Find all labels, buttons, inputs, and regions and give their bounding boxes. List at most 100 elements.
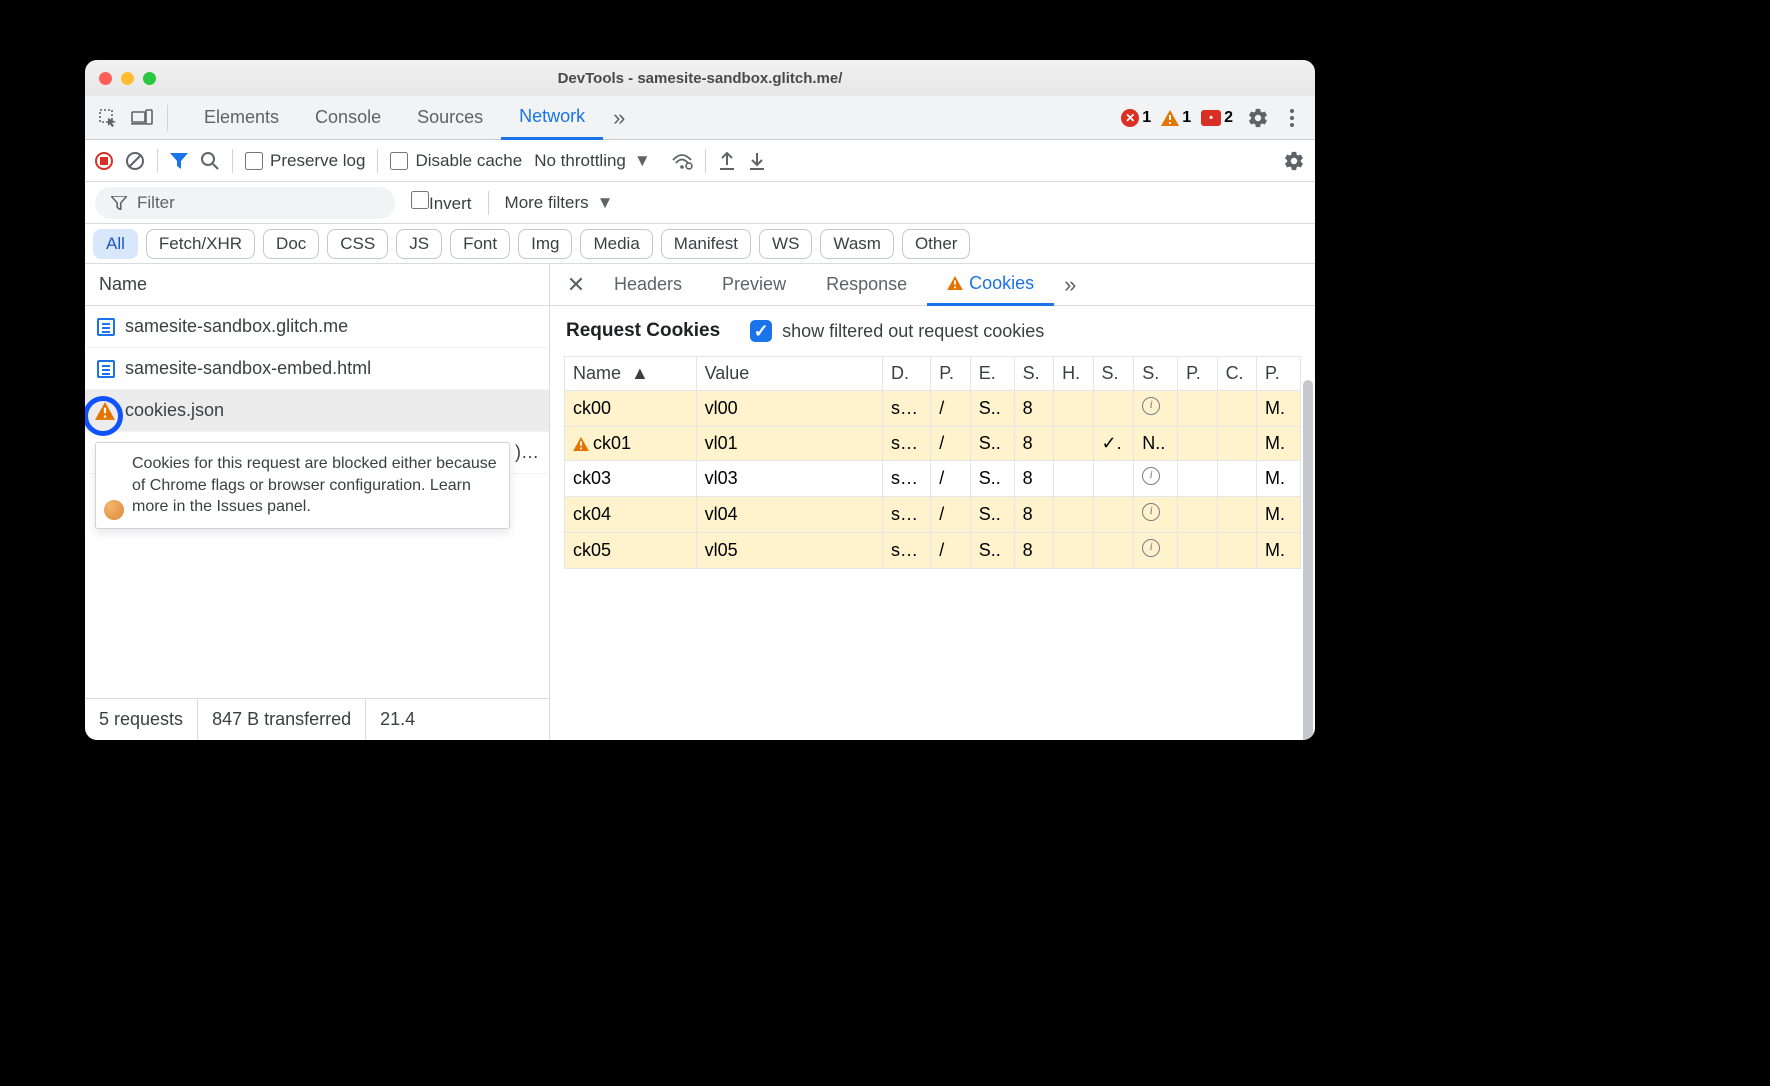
detail-tab-cookies[interactable]: Cookies [927,264,1054,306]
cookie-cell [1134,391,1178,427]
chip-other[interactable]: Other [902,229,971,259]
cookie-row[interactable]: ck05vl05s…/S..8M. [565,533,1301,569]
cookie-row[interactable]: ck04vl04s…/S..8M. [565,497,1301,533]
request-row[interactable]: samesite-sandbox.glitch.me [85,306,549,348]
cookie-value-cell: vl03 [696,461,882,497]
tab-elements[interactable]: Elements [186,96,297,140]
col-p3[interactable]: P. [1257,357,1301,391]
cookie-cell: / [931,391,970,427]
window-controls [99,72,156,85]
device-toolbar-icon[interactable] [127,103,157,133]
more-detail-tabs-button[interactable]: » [1054,264,1086,306]
cookie-cell [1178,533,1217,569]
blocked-cookies-tooltip: Cookies for this request are blocked eit… [95,442,510,529]
chip-font[interactable]: Font [450,229,510,259]
clear-button[interactable] [125,151,145,171]
col-s[interactable]: S. [1014,357,1053,391]
record-button[interactable] [95,152,113,170]
chip-js[interactable]: JS [396,229,442,259]
col-c[interactable]: C. [1217,357,1256,391]
detail-tab-headers[interactable]: Headers [594,264,702,306]
zoom-window-button[interactable] [143,72,156,85]
search-icon[interactable] [200,151,220,171]
kebab-menu-icon[interactable] [1277,103,1307,133]
cookie-cell: 8 [1014,461,1053,497]
cookie-cell: s… [883,427,931,461]
filter-input[interactable]: Filter [95,187,395,219]
chip-all[interactable]: All [93,229,138,259]
cookie-cell [1134,461,1178,497]
col-e[interactable]: E. [970,357,1014,391]
separator [232,149,233,173]
cookie-name-cell: ck03 [565,461,697,497]
request-row[interactable]: samesite-sandbox-embed.html [85,348,549,390]
cookie-name-cell: ck04 [565,497,697,533]
separator [167,105,168,131]
chip-manifest[interactable]: Manifest [661,229,751,259]
filter-toggle-icon[interactable] [170,153,188,169]
cookie-cell [1134,497,1178,533]
cookie-cell [1217,391,1256,427]
name-column-header[interactable]: Name [85,264,549,306]
preserve-log-checkbox[interactable]: Preserve log [245,151,365,171]
request-row[interactable]: cookies.json [85,390,549,432]
cookie-cell [1093,497,1134,533]
cookie-cell: s… [883,533,931,569]
chip-ws[interactable]: WS [759,229,812,259]
chip-media[interactable]: Media [580,229,652,259]
cookie-row[interactable]: ck00vl00s…/S..8M. [565,391,1301,427]
close-detail-button[interactable]: ✕ [558,267,594,303]
detail-tab-label: Cookies [969,273,1034,294]
inspect-element-icon[interactable] [93,103,123,133]
invert-checkbox[interactable]: Invert [411,191,472,214]
more-filters-dropdown[interactable]: More filters▼ [505,193,614,213]
col-name[interactable]: Name ▲ [565,357,697,391]
warnings-badge[interactable]: 1 [1161,109,1191,127]
chip-doc[interactable]: Doc [263,229,319,259]
tab-sources[interactable]: Sources [399,96,501,140]
errors-badge[interactable]: ✕1 [1121,109,1151,127]
settings-icon[interactable] [1243,103,1273,133]
more-tabs-button[interactable]: » [603,96,635,140]
detail-tab-response[interactable]: Response [806,264,927,306]
invert-label: Invert [429,194,472,213]
col-s3[interactable]: S. [1134,357,1178,391]
disable-cache-label: Disable cache [415,151,522,171]
network-settings-icon[interactable] [1283,150,1305,172]
throttling-select[interactable]: No throttling▼ [534,151,651,171]
col-p[interactable]: P. [931,357,970,391]
preserve-log-label: Preserve log [270,151,365,171]
funnel-icon [111,196,127,210]
issue-badges[interactable]: ✕1 1 •2 [1121,109,1233,127]
cookie-cell [1054,533,1093,569]
col-s2[interactable]: S. [1093,357,1134,391]
export-har-icon[interactable] [718,151,736,171]
tab-network[interactable]: Network [501,96,603,140]
minimize-window-button[interactable] [121,72,134,85]
truncation-ellipsis: )… [515,442,539,463]
chip-fetch-xhr[interactable]: Fetch/XHR [146,229,255,259]
scrollbar[interactable] [1303,380,1313,740]
import-har-icon[interactable] [748,151,766,171]
col-d[interactable]: D. [883,357,931,391]
col-value[interactable]: Value [696,357,882,391]
status-time: 21.4 [366,699,429,740]
warning-icon [1161,110,1179,126]
close-window-button[interactable] [99,72,112,85]
chip-img[interactable]: Img [518,229,572,259]
disable-cache-checkbox[interactable]: Disable cache [390,151,522,171]
cookie-row[interactable]: ck01vl01s…/S..8✓.N..M. [565,427,1301,461]
detail-tab-preview[interactable]: Preview [702,264,806,306]
cookie-value-cell: vl05 [696,533,882,569]
messages-badge[interactable]: •2 [1201,109,1233,127]
cookie-row[interactable]: ck03vl03s…/S..8M. [565,461,1301,497]
show-filtered-checkbox[interactable]: ✓ show filtered out request cookies [750,320,1044,342]
col-h[interactable]: H. [1054,357,1093,391]
col-p2[interactable]: P. [1178,357,1217,391]
document-icon [97,360,115,378]
request-name: samesite-sandbox.glitch.me [125,316,348,337]
network-conditions-icon[interactable] [671,152,693,170]
chip-wasm[interactable]: Wasm [820,229,894,259]
tab-console[interactable]: Console [297,96,399,140]
chip-css[interactable]: CSS [327,229,388,259]
